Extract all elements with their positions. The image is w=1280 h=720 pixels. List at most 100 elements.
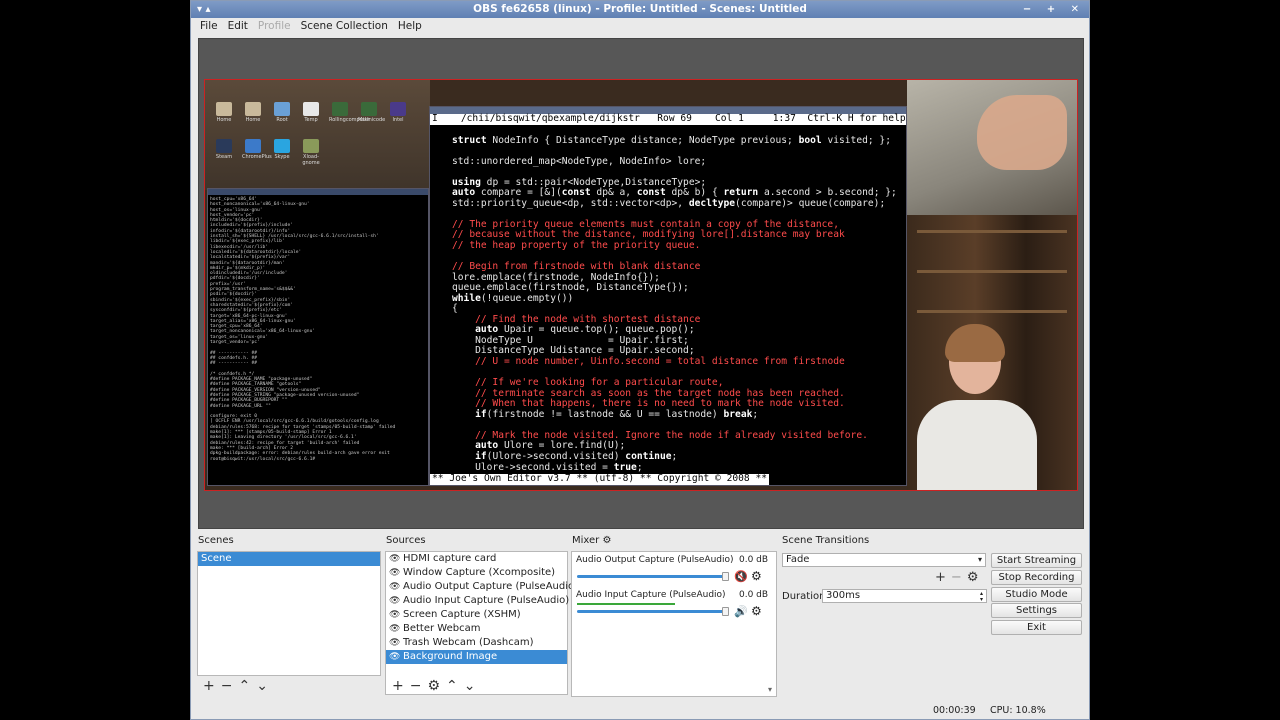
app-icon (274, 102, 290, 116)
volume-slider[interactable] (577, 575, 725, 578)
add-source-button[interactable]: + (392, 678, 410, 694)
desktop-icon: Rollingcomputer (329, 102, 370, 123)
gear-icon[interactable]: ⚙ (967, 570, 984, 585)
title-bar: ▾ ▴ OBS fe62658 (linux) - Profile: Untit… (191, 1, 1089, 18)
speaker-icon[interactable]: 🔊 (734, 605, 748, 618)
sources-label: Sources (386, 535, 426, 546)
move-up-button[interactable]: ⌃ (238, 678, 256, 694)
editor-status-line: I /chii/bisqwit/qbexample/dijkstr Row 69… (430, 113, 906, 125)
move-down-button[interactable]: ⌄ (256, 678, 274, 694)
app-icon (274, 139, 290, 153)
terminal-titlebar (208, 189, 428, 195)
bookshelf (917, 270, 1067, 273)
move-up-button[interactable]: ⌃ (446, 678, 464, 694)
mixer-title: Mixer (572, 535, 600, 546)
spin-arrows-icon[interactable]: ▴ ▾ (980, 591, 983, 603)
menu-bar: File Edit Profile Scene Collection Help (191, 18, 1089, 35)
window-title: OBS fe62658 (linux) - Profile: Untitled … (473, 3, 807, 15)
desktop-icon-label: Steam (215, 154, 233, 160)
scene-item[interactable]: Scene (198, 552, 380, 566)
transition-toolbar: +−⚙ (935, 570, 983, 585)
volume-slider[interactable] (577, 610, 725, 613)
person-shirt (917, 400, 1037, 490)
duration-value: 300ms (826, 590, 861, 601)
add-transition-button[interactable]: + (935, 570, 951, 585)
exit-button[interactable]: Exit (991, 620, 1082, 635)
window-menu-buttons[interactable]: ▾ ▴ (197, 1, 211, 18)
eye-icon[interactable]: 👁 (389, 552, 400, 566)
desktop-icon-label: Temp (304, 117, 318, 123)
obs-window: ▾ ▴ OBS fe62658 (linux) - Profile: Untit… (190, 0, 1090, 720)
gear-icon[interactable]: ⚙ (751, 569, 762, 583)
source-label: Screen Capture (XSHM) (403, 609, 521, 620)
eye-icon[interactable]: 👁 (389, 650, 400, 664)
menu-help[interactable]: Help (393, 18, 427, 35)
menu-scene-collection[interactable]: Scene Collection (296, 18, 393, 35)
source-item[interactable]: 👁 Trash Webcam (Dashcam) (386, 636, 567, 650)
eye-icon[interactable]: 👁 (389, 580, 400, 594)
desktop-icon: Root (271, 102, 293, 123)
transition-select[interactable]: Fade ▾ (782, 553, 986, 567)
move-down-button[interactable]: ⌄ (464, 678, 482, 694)
desktop-icon-label: Home (216, 117, 232, 123)
source-item[interactable]: 👁 Window Capture (Xcomposite) (386, 566, 567, 580)
window-control-buttons[interactable]: − + ✕ (1023, 1, 1085, 18)
volume-slider-handle[interactable] (722, 607, 729, 616)
terminal-text: host_cpu='x86_64' host_noncanonical='x86_… (210, 197, 426, 462)
scene-output: Home Home Root Temp Rollingcomputer MsUnicode… (204, 79, 1078, 491)
remove-transition-button[interactable]: − (951, 570, 967, 585)
webcam-person (917, 324, 1037, 490)
scenes-list[interactable]: Scene (197, 551, 381, 676)
remove-source-button[interactable]: − (410, 678, 428, 694)
source-item[interactable]: 👁 Screen Capture (XSHM) (386, 608, 567, 622)
status-bar: 00:00:39 CPU: 10.8% (191, 703, 1089, 719)
desktop-icon: Temp (300, 102, 322, 123)
eye-icon[interactable]: 👁 (389, 622, 400, 636)
desktop-icon-label: MsUnicode (358, 117, 386, 123)
menu-edit[interactable]: Edit (223, 18, 253, 35)
eye-icon[interactable]: 👁 (389, 608, 400, 622)
desktop-icon: Xload-gnome (300, 139, 322, 166)
scene-transitions-label: Scene Transitions (782, 535, 870, 546)
add-scene-button[interactable]: + (203, 678, 221, 694)
source-item[interactable]: 👁 Better Webcam (386, 622, 567, 636)
sources-toolbar: +−⚙⌃⌄ (392, 678, 482, 694)
source-label: Background Image (403, 651, 498, 662)
source-item[interactable]: 👁 Audio Output Capture (PulseAudio) (386, 580, 578, 594)
desktop-icon: Intel (387, 102, 409, 123)
source-item[interactable]: 👁 Audio Input Capture (PulseAudio) (386, 594, 569, 608)
eye-icon[interactable]: 👁 (389, 636, 400, 650)
stop-recording-button[interactable]: Stop Recording (991, 570, 1082, 585)
editor-code: struct NodeInfo { DistanceType distance;… (452, 134, 897, 473)
gear-icon[interactable]: ⚙ (602, 535, 611, 546)
person-hair (945, 324, 1005, 362)
eye-icon[interactable]: 👁 (389, 566, 400, 580)
start-streaming-button[interactable]: Start Streaming (991, 553, 1082, 568)
remove-scene-button[interactable]: − (221, 678, 239, 694)
preview-canvas[interactable]: Home Home Root Temp Rollingcomputer MsUnicode… (198, 38, 1084, 529)
source-label: Window Capture (Xcomposite) (403, 567, 556, 578)
desktop-icon-label: Home (245, 117, 261, 123)
gear-icon[interactable]: ⚙ (751, 604, 762, 618)
volume-slider-handle[interactable] (722, 572, 729, 581)
desktop-icon: MsUnicode (358, 102, 385, 123)
source-item[interactable]: 👁 HDMI capture card (386, 552, 567, 566)
studio-mode-button[interactable]: Studio Mode (991, 587, 1082, 602)
scenes-label: Scenes (198, 535, 234, 546)
menu-profile[interactable]: Profile (253, 18, 296, 35)
desktop-icon-label: Root (276, 117, 288, 123)
hand (977, 95, 1067, 170)
scroll-down-arrow[interactable]: ▾ (768, 685, 772, 694)
menu-file[interactable]: File (195, 18, 223, 35)
desktop-icon: Skype (271, 139, 293, 160)
duration-spinbox[interactable]: 300ms ▴ ▾ (822, 589, 987, 603)
gear-icon[interactable]: ⚙ (427, 678, 446, 694)
settings-button[interactable]: Settings (991, 603, 1082, 618)
muted-speaker-icon[interactable]: 🔇 (734, 570, 748, 583)
mixer-channel-db: 0.0 dB (739, 590, 769, 600)
scenes-toolbar: +−⌃⌄ (203, 678, 274, 694)
sources-list[interactable]: 👁 HDMI capture card 👁 Window Capture (Xcomp… (385, 551, 578, 695)
eye-icon[interactable]: 👁 (389, 594, 400, 608)
source-item[interactable]: 👁 Background Image (386, 650, 567, 664)
app-icon (245, 102, 261, 116)
